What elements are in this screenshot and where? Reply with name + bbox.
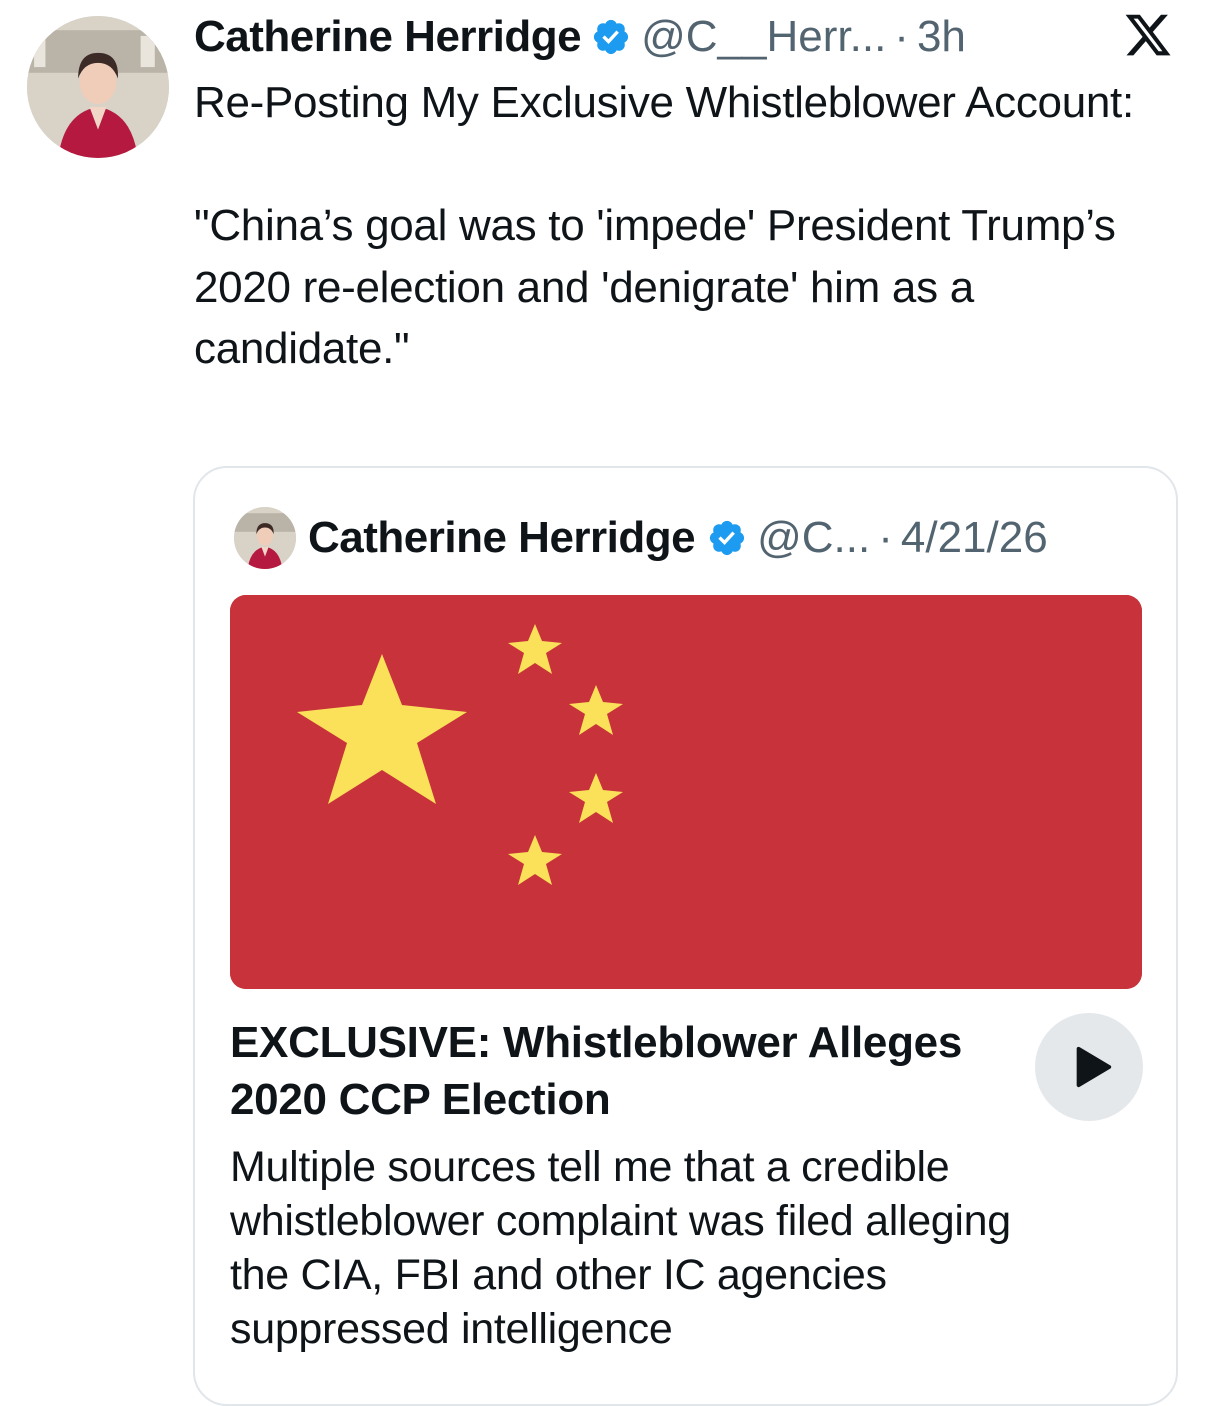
play-button[interactable]: [1035, 1013, 1143, 1121]
quoted-tweet-header: Catherine Herridge @C... · 4/21/26: [308, 508, 1048, 568]
tweet-text: Re-Posting My Exclusive Whistleblower Ac…: [194, 72, 1184, 380]
verified-badge-icon: [707, 518, 747, 558]
play-icon: [1076, 1046, 1112, 1088]
quoted-author-avatar-image: [234, 507, 296, 569]
tweet-text-line: Re-Posting My Exclusive Whistleblower Ac…: [194, 78, 1134, 127]
separator-dot: ·: [878, 513, 893, 562]
x-logo-icon[interactable]: [1122, 10, 1174, 60]
verified-badge-icon: [591, 17, 631, 57]
tweet-header: Catherine Herridge @C__Herr... · 3h: [194, 8, 966, 66]
author-avatar-image: [27, 16, 169, 158]
author-handle[interactable]: @C__Herr...: [641, 12, 886, 62]
author-avatar[interactable]: [27, 16, 169, 158]
article-description: Multiple sources tell me that a credible…: [230, 1143, 1011, 1353]
quoted-author-handle[interactable]: @C...: [757, 513, 870, 563]
china-flag-image[interactable]: [230, 595, 1142, 989]
tweet-text-quote: "China’s goal was to 'impede' President …: [194, 201, 1116, 373]
author-name[interactable]: Catherine Herridge: [194, 12, 582, 62]
quoted-tweet-date[interactable]: 4/21/26: [901, 513, 1048, 563]
quoted-author-name[interactable]: Catherine Herridge: [308, 513, 696, 563]
tweet-text-blank-line: [194, 134, 1184, 196]
article-title[interactable]: EXCLUSIVE: Whistleblower Alleges 2020 CC…: [230, 1014, 1010, 1128]
quoted-author-avatar[interactable]: [234, 507, 296, 569]
separator-dot: ·: [894, 12, 909, 61]
tweet-time[interactable]: 3h: [917, 12, 966, 62]
